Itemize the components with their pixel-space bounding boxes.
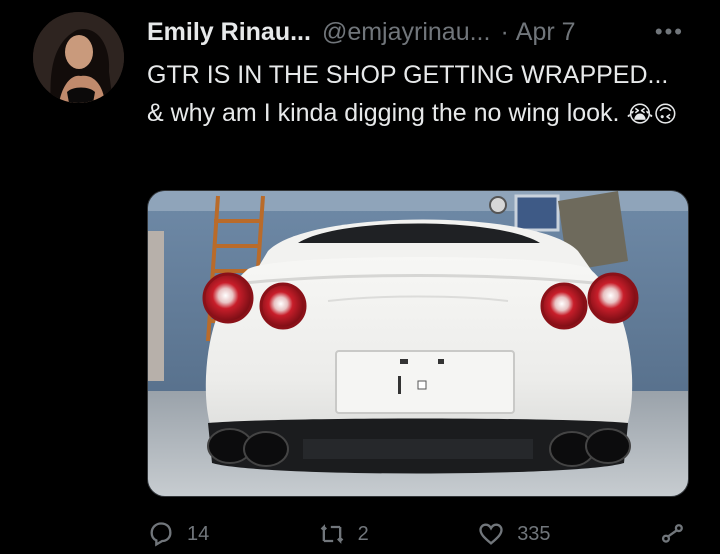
retweet-icon [320, 524, 343, 544]
reply-count: 14 [187, 522, 210, 545]
like-button[interactable]: 335 [477, 514, 551, 554]
user-handle[interactable]: @emjayrinau... [322, 18, 491, 47]
tweet-text: GTR IS IN THE SHOP GETTING WRAPPED... & … [147, 56, 687, 134]
like-count: 335 [517, 522, 551, 545]
tweet-date[interactable]: Apr 7 [516, 18, 576, 47]
reply-button[interactable]: 14 [147, 514, 209, 554]
tweet-text-body: GTR IS IN THE SHOP GETTING WRAPPED... & … [147, 61, 669, 127]
upside-down-emoji: 🙃 [653, 102, 678, 128]
avatar[interactable] [33, 12, 124, 103]
avatar-image [33, 12, 124, 103]
tweet[interactable]: Emily Rinau... @emjayrinau... · Apr 7 ••… [0, 0, 720, 547]
tweet-actions: 14 2 335 [147, 514, 687, 554]
share-button[interactable] [659, 514, 687, 554]
crying-emoji: 😭 [626, 102, 654, 128]
tweet-header: Emily Rinau... @emjayrinau... · Apr 7 ••… [147, 14, 700, 50]
display-name[interactable]: Emily Rinau... [147, 18, 311, 47]
more-options-icon[interactable]: ••• [655, 14, 684, 50]
photo-white-gtr-rear [148, 191, 688, 496]
share-icon [661, 524, 683, 543]
tweet-photo[interactable] [147, 190, 689, 497]
like-icon [479, 523, 503, 545]
retweet-button[interactable]: 2 [318, 514, 369, 554]
retweet-count: 2 [357, 522, 369, 545]
separator-dot: · [500, 17, 509, 46]
reply-icon [150, 522, 172, 547]
